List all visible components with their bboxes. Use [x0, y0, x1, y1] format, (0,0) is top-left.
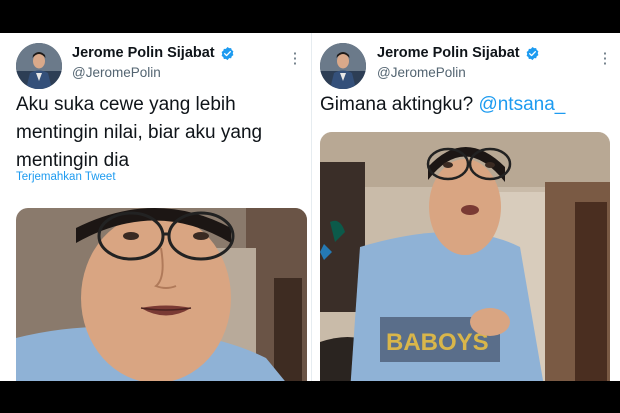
tweet-media-video[interactable]: BABOYS — [320, 132, 610, 381]
tweet-media-video[interactable] — [16, 208, 307, 381]
avatar[interactable] — [320, 43, 366, 89]
more-options-icon[interactable]: ⋮ — [287, 51, 303, 67]
tweet-text: Aku suka cewe yang lebih mentingin nilai… — [16, 94, 263, 171]
shirt-print-text: BABOYS — [386, 329, 489, 356]
display-name[interactable]: Jerome Polin Sijabat — [72, 45, 215, 61]
handle[interactable]: @JeromePolin — [72, 65, 235, 80]
verified-badge-icon — [221, 46, 234, 60]
tweet-header: Jerome Polin Sijabat @JeromePolin ⋮ — [0, 41, 311, 89]
tweet-card-right[interactable]: Jerome Polin Sijabat @JeromePolin ⋮ Gima… — [311, 33, 620, 381]
letterbox-bottom — [0, 381, 620, 413]
more-options-icon[interactable]: ⋮ — [597, 51, 613, 67]
translate-tweet-link[interactable]: Terjemahkan Tweet — [16, 171, 116, 183]
mention-link[interactable]: @ntsana_ — [478, 94, 565, 115]
verified-badge-icon — [526, 46, 539, 60]
tweet-text-body: Gimana aktingku? — [320, 94, 474, 115]
tweet-header: Jerome Polin Sijabat @JeromePolin ⋮ — [312, 41, 620, 89]
display-name[interactable]: Jerome Polin Sijabat — [377, 45, 520, 61]
tweet-text: Gimana aktingku? @ntsana_ — [320, 91, 615, 119]
avatar[interactable] — [16, 43, 62, 89]
letterbox-top — [0, 0, 620, 33]
handle[interactable]: @JeromePolin — [377, 65, 540, 80]
tweet-card-left[interactable]: Jerome Polin Sijabat @JeromePolin ⋮ Aku … — [0, 33, 311, 381]
